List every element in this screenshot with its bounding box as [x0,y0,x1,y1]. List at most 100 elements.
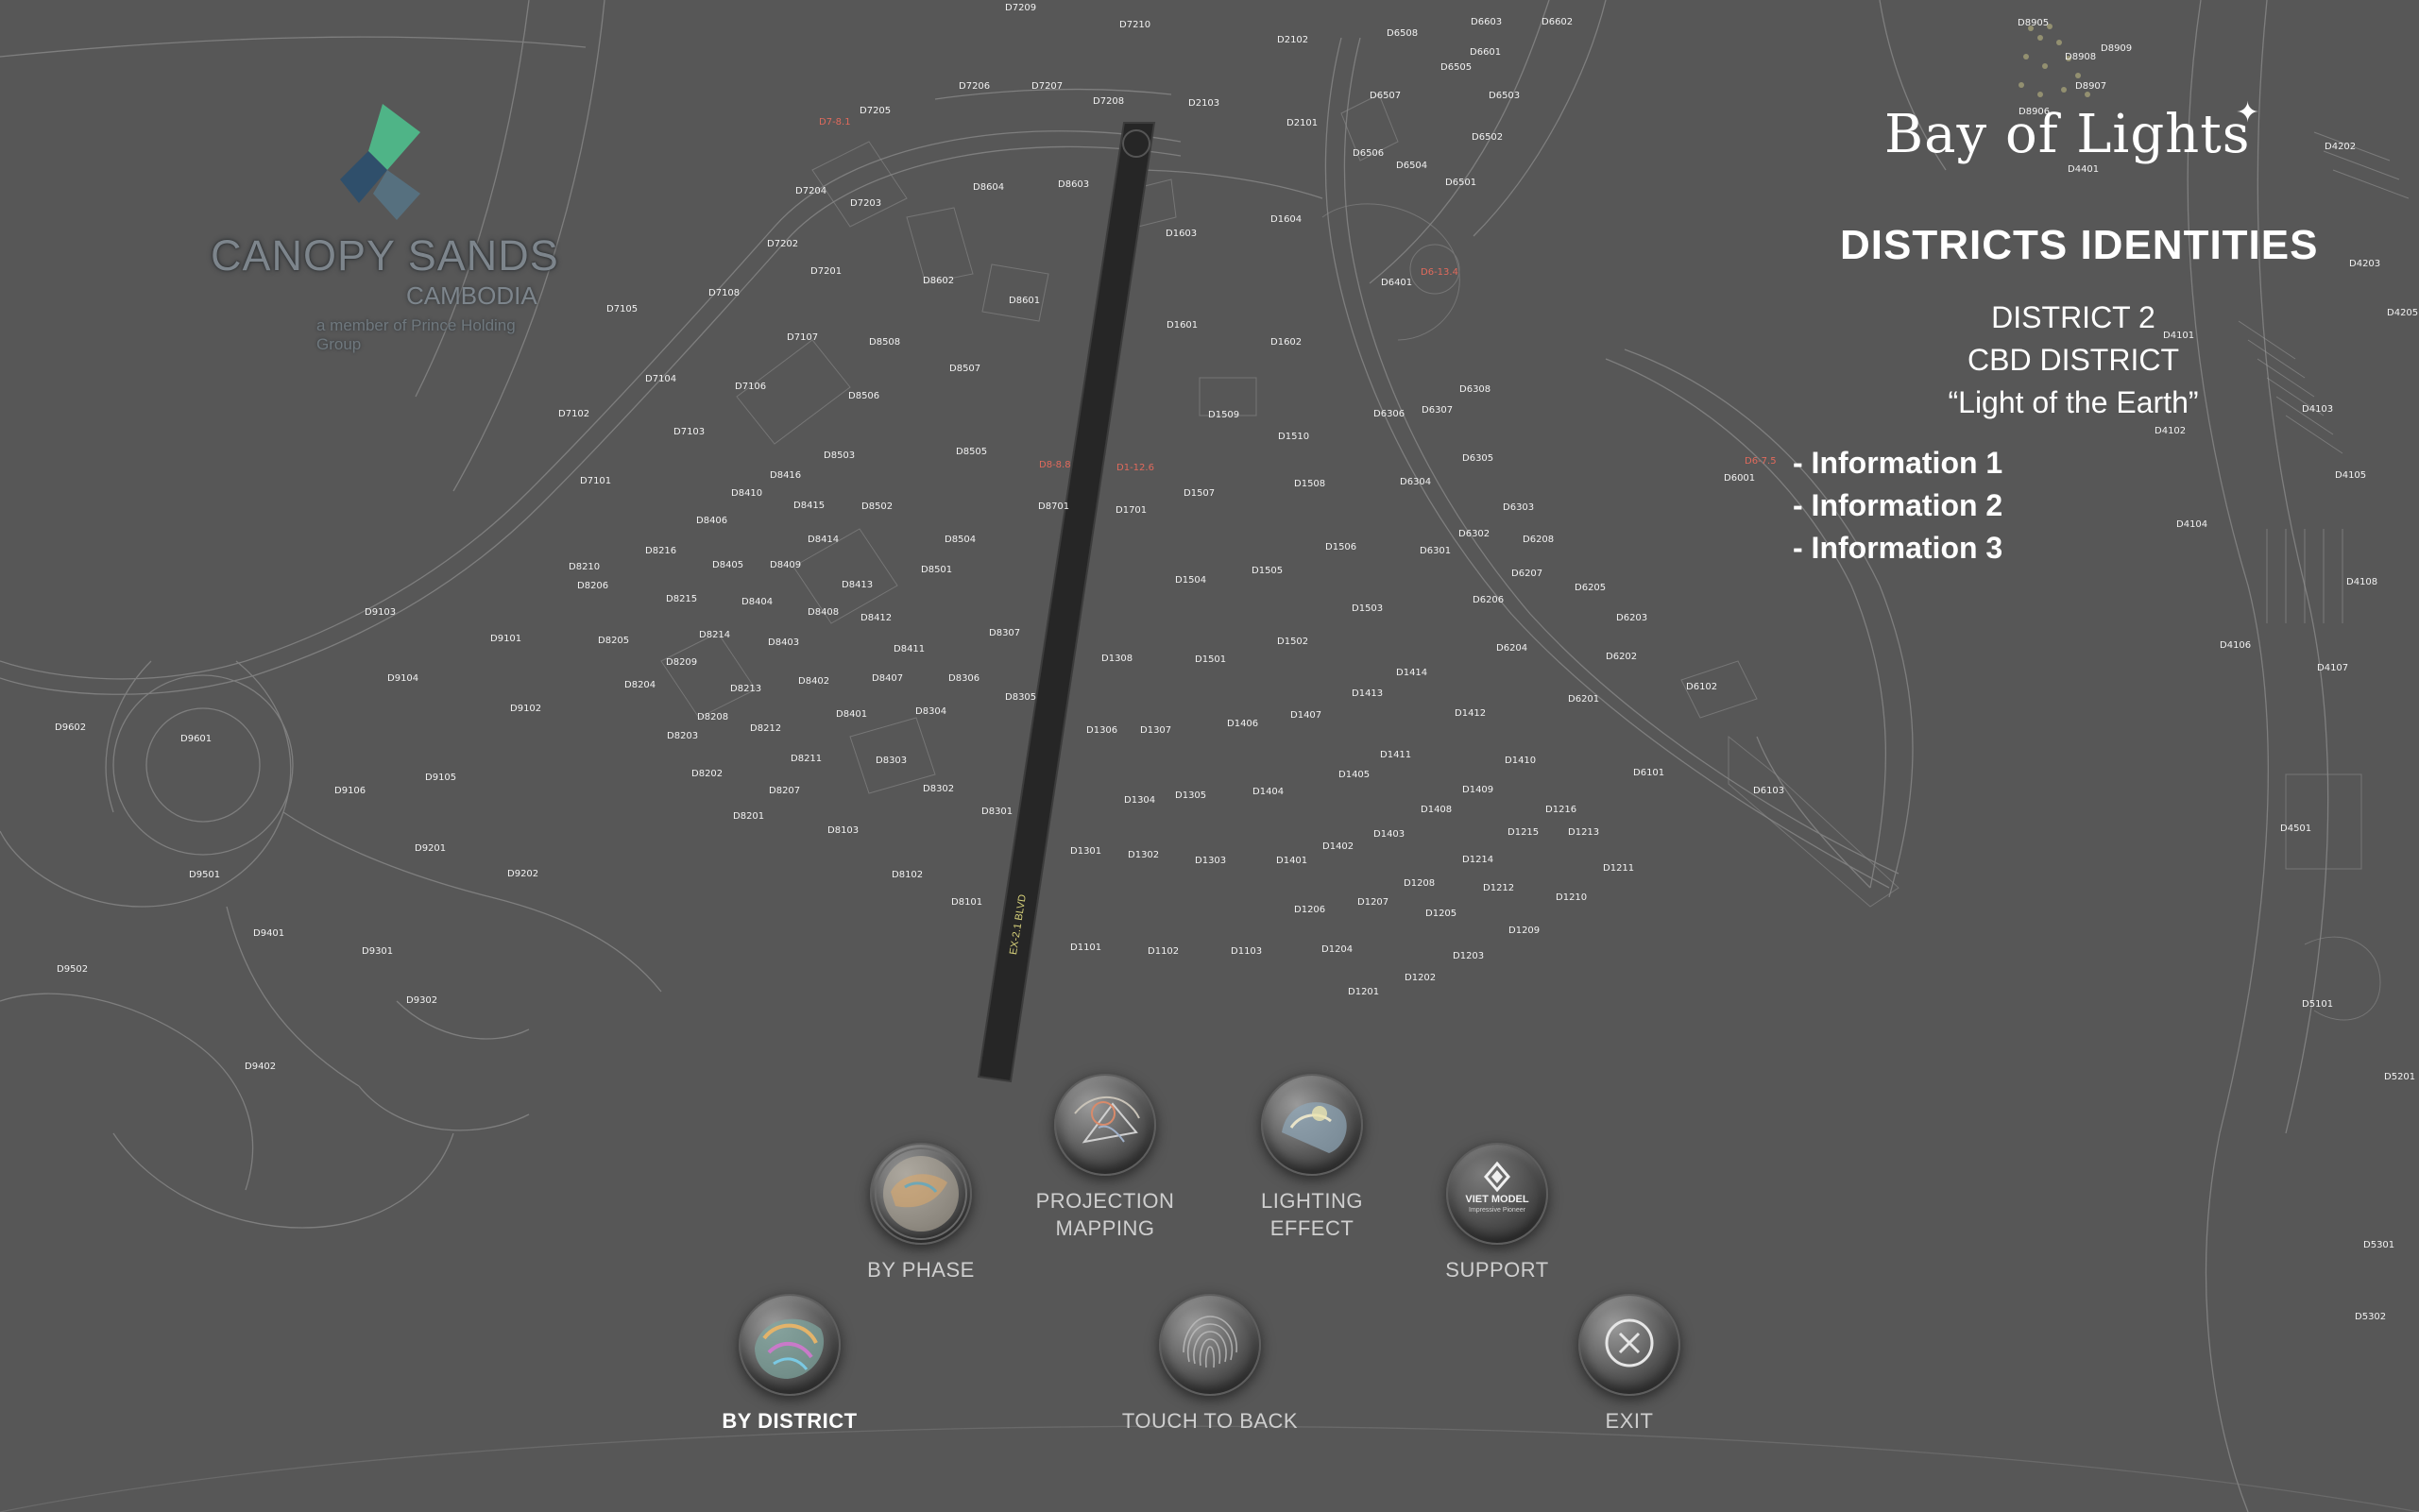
lot-label: D1207 [1357,897,1389,908]
district-number: DISTRICT 2 [1991,300,2155,334]
lighting-effect-icon [1261,1074,1363,1176]
lot-label: D8101 [951,897,983,908]
lot-label: D6103 [1753,786,1785,796]
lot-label: D6001 [1724,473,1756,484]
lot-label: D8103 [827,825,860,836]
lot-label: D9602 [55,722,87,733]
lot-label: D1408 [1421,805,1453,815]
support-label: SUPPORT [1445,1258,1549,1282]
district-map-icon [739,1294,841,1396]
lot-label: D7201 [810,266,843,277]
lot-label: D8502 [861,501,894,512]
lot-label: D6505 [1440,62,1473,73]
lot-label: D8-8.8 [1039,460,1071,470]
projection-mapping-button[interactable]: PROJECTION MAPPING [1011,1074,1200,1242]
touch-to-back-button[interactable]: TOUCH TO BACK [1116,1294,1304,1435]
lot-label: D6303 [1503,502,1535,513]
lot-label: D1212 [1483,883,1515,893]
lot-label: D1413 [1352,688,1384,699]
by-district-button[interactable]: BY DISTRICT [695,1294,884,1435]
lot-label: D6506 [1353,148,1385,159]
lot-label: D1211 [1603,863,1635,874]
lot-label: D5301 [2363,1240,2395,1250]
districts-identities-title: DISTRICTS IDENTITIES [1840,222,2319,268]
lot-label: D8701 [1038,501,1070,512]
lot-label: D1701 [1116,505,1148,516]
lot-label: D8303 [876,756,908,766]
lot-label: D1404 [1252,787,1285,797]
lot-label: D9402 [245,1062,277,1072]
district-name: CBD DISTRICT [1968,343,2179,377]
lot-label: D1508 [1294,479,1326,489]
lot-label: D6601 [1470,47,1502,58]
lot-label: D7206 [959,81,991,92]
lot-label: D8409 [770,560,802,570]
lot-label: D1103 [1231,946,1263,957]
logo-brand-text: CANOPY SANDS [211,231,559,280]
lot-label: D8207 [769,786,801,796]
lighting-effect-button[interactable]: LIGHTING EFFECT [1218,1074,1406,1242]
lot-label: D1601 [1167,320,1199,331]
lot-label: D9201 [415,843,447,854]
lot-label: D7107 [787,332,819,343]
viet-model-subtext: Impressive Pioneer [1469,1207,1525,1214]
exit-label: EXIT [1605,1409,1654,1433]
lot-label: D8201 [733,811,765,822]
support-button[interactable]: VIET MODEL Impressive Pioneer SUPPORT [1403,1143,1592,1283]
lot-label: D1510 [1278,432,1310,442]
by-phase-button[interactable]: BY PHASE [826,1143,1015,1283]
lot-label: D8212 [750,723,782,734]
close-icon [1578,1294,1680,1396]
lot-label: D6308 [1459,384,1491,395]
lot-label: D8415 [793,501,826,511]
lot-label: D1101 [1070,943,1102,953]
lot-label: D5302 [2355,1312,2387,1322]
fingerprint-icon [1159,1294,1261,1396]
lot-label: D6301 [1420,546,1452,556]
lot-label: D2103 [1188,98,1220,109]
lot-label: D6508 [1387,28,1419,39]
lot-label: D4203 [2349,259,2381,269]
lot-label: D1307 [1140,725,1172,736]
lot-label: D7205 [860,106,892,116]
lot-label: D5101 [2302,999,2334,1010]
lot-label: D8907 [2075,81,2107,92]
lot-label: D8414 [808,535,840,545]
by-phase-label: BY PHASE [867,1258,975,1282]
lot-label: D4102 [2155,426,2187,436]
lot-label: D1403 [1373,829,1405,840]
lot-label: D8410 [731,488,763,499]
lot-label: D9106 [334,786,366,796]
lot-label: D1205 [1425,909,1457,919]
lot-label: D4401 [2068,164,2100,175]
lot-label: D8211 [791,754,823,764]
lot-label: D6102 [1686,682,1718,692]
lot-label: D1406 [1227,719,1259,729]
lot-label: D1-12.6 [1116,463,1154,473]
lot-label: D8305 [1005,692,1037,703]
lot-label: D7106 [735,382,767,392]
lot-label: D1201 [1348,987,1380,997]
lot-label: D8603 [1058,179,1090,190]
lot-label: D6202 [1606,652,1638,662]
lot-label: D8408 [808,607,840,618]
lot-label: D1210 [1556,892,1588,903]
lot-label: D1202 [1405,973,1437,983]
lot-label: D7203 [850,198,882,209]
lot-label: D6504 [1396,161,1428,171]
lot-label: D1401 [1276,856,1308,866]
canopy-logo-icon [340,104,420,220]
lot-label: D9401 [253,928,285,939]
lot-label: D8213 [730,684,762,694]
touch-to-back-label: TOUCH TO BACK [1121,1409,1299,1433]
lot-label: D8604 [973,182,1005,193]
lot-label: D4106 [2220,640,2252,651]
lot-label: D6307 [1422,405,1454,416]
lot-label: D1503 [1352,603,1384,614]
lot-label: D6602 [1542,17,1574,27]
canopy-sands-logo: CANOPY SANDS CAMBODIA a member of Prince… [203,94,562,353]
lot-label: D7104 [645,374,677,384]
exit-button[interactable]: EXIT [1535,1294,1724,1435]
lot-label: D1301 [1070,846,1102,857]
lot-label: D8304 [915,706,947,717]
